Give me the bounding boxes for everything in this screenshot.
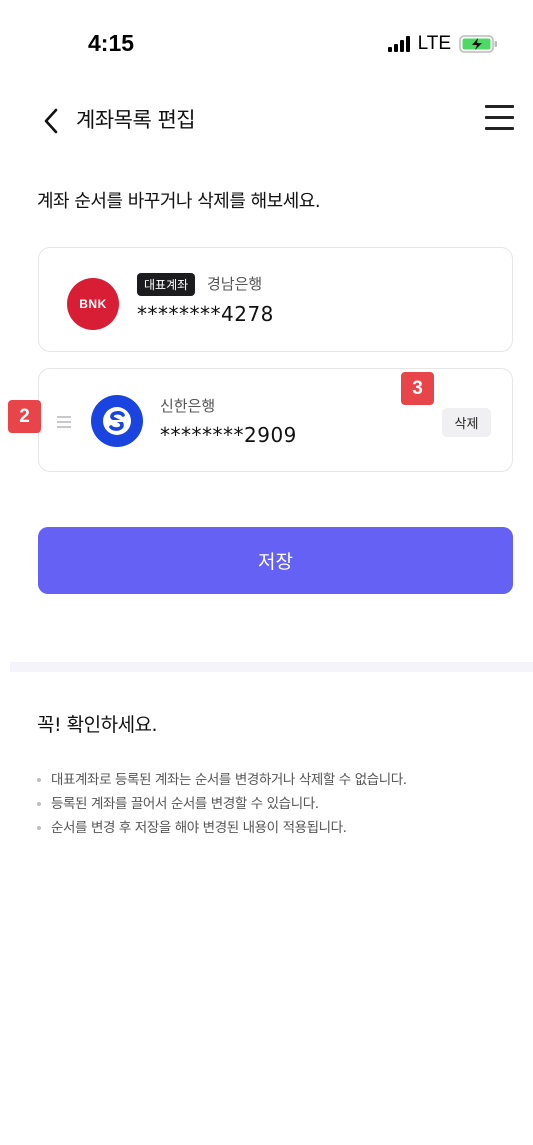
notice-item: 순서를 변경 후 저장을 해야 변경된 내용이 적용됩니다. <box>37 816 407 840</box>
bnk-logo: BNK <box>67 278 119 330</box>
status-bar: 4:15 LTE <box>0 0 533 90</box>
notice-item-text: 등록된 계좌를 끌어서 순서를 변경할 수 있습니다. <box>51 796 319 812</box>
bank-name: 신한은행 <box>160 397 216 415</box>
account-number: ********4278 <box>137 302 274 326</box>
status-time: 4:15 <box>88 30 135 56</box>
delete-button[interactable]: 삭제 <box>442 408 491 437</box>
account-card-representative: BNK 대표계좌 경남은행 ********4278 <box>38 247 513 352</box>
account-card-shinhan[interactable]: 신한은행 ********2909 삭제 <box>38 368 513 472</box>
bank-name: 경남은행 <box>207 275 263 293</box>
bullet-icon <box>37 802 41 806</box>
annotation-marker-delete: 3 <box>401 372 434 405</box>
notice-item-text: 순서를 변경 후 저장을 해야 변경된 내용이 적용됩니다. <box>51 820 347 836</box>
instruction-text: 계좌 순서를 바꾸거나 삭제를 해보세요. <box>37 191 321 212</box>
annotation-marker-drag: 2 <box>8 400 41 433</box>
notice-list: 대표계좌로 등록된 계좌는 순서를 변경하거나 삭제할 수 없습니다. 등록된 … <box>37 768 407 840</box>
app-header: 계좌목록 편집 <box>0 95 533 145</box>
bullet-icon <box>37 778 41 782</box>
page-title: 계좌목록 편집 <box>76 108 196 132</box>
bullet-icon <box>37 826 41 830</box>
shinhan-logo <box>91 395 143 447</box>
back-arrow-icon <box>44 108 58 134</box>
notice-item: 등록된 계좌를 끌어서 순서를 변경할 수 있습니다. <box>37 792 407 816</box>
status-indicators: LTE <box>387 33 499 55</box>
notice-item-text: 대표계좌로 등록된 계좌는 순서를 변경하거나 삭제할 수 없습니다. <box>51 772 407 788</box>
back-button[interactable] <box>36 104 66 138</box>
signal-icon <box>387 36 410 52</box>
notice-item: 대표계좌로 등록된 계좌는 순서를 변경하거나 삭제할 수 없습니다. <box>37 768 407 792</box>
network-type: LTE <box>417 33 451 54</box>
representative-badge: 대표계좌 <box>137 273 196 296</box>
drag-handle-icon[interactable] <box>57 416 71 428</box>
hamburger-menu-icon[interactable] <box>485 105 517 133</box>
save-button[interactable]: 저장 <box>38 527 513 594</box>
shinhan-symbol-icon <box>103 407 131 435</box>
account-number: ********2909 <box>160 423 297 447</box>
notice-title: 꼭! 확인하세요. <box>37 714 158 736</box>
battery-icon <box>459 35 497 53</box>
section-divider <box>10 662 533 672</box>
